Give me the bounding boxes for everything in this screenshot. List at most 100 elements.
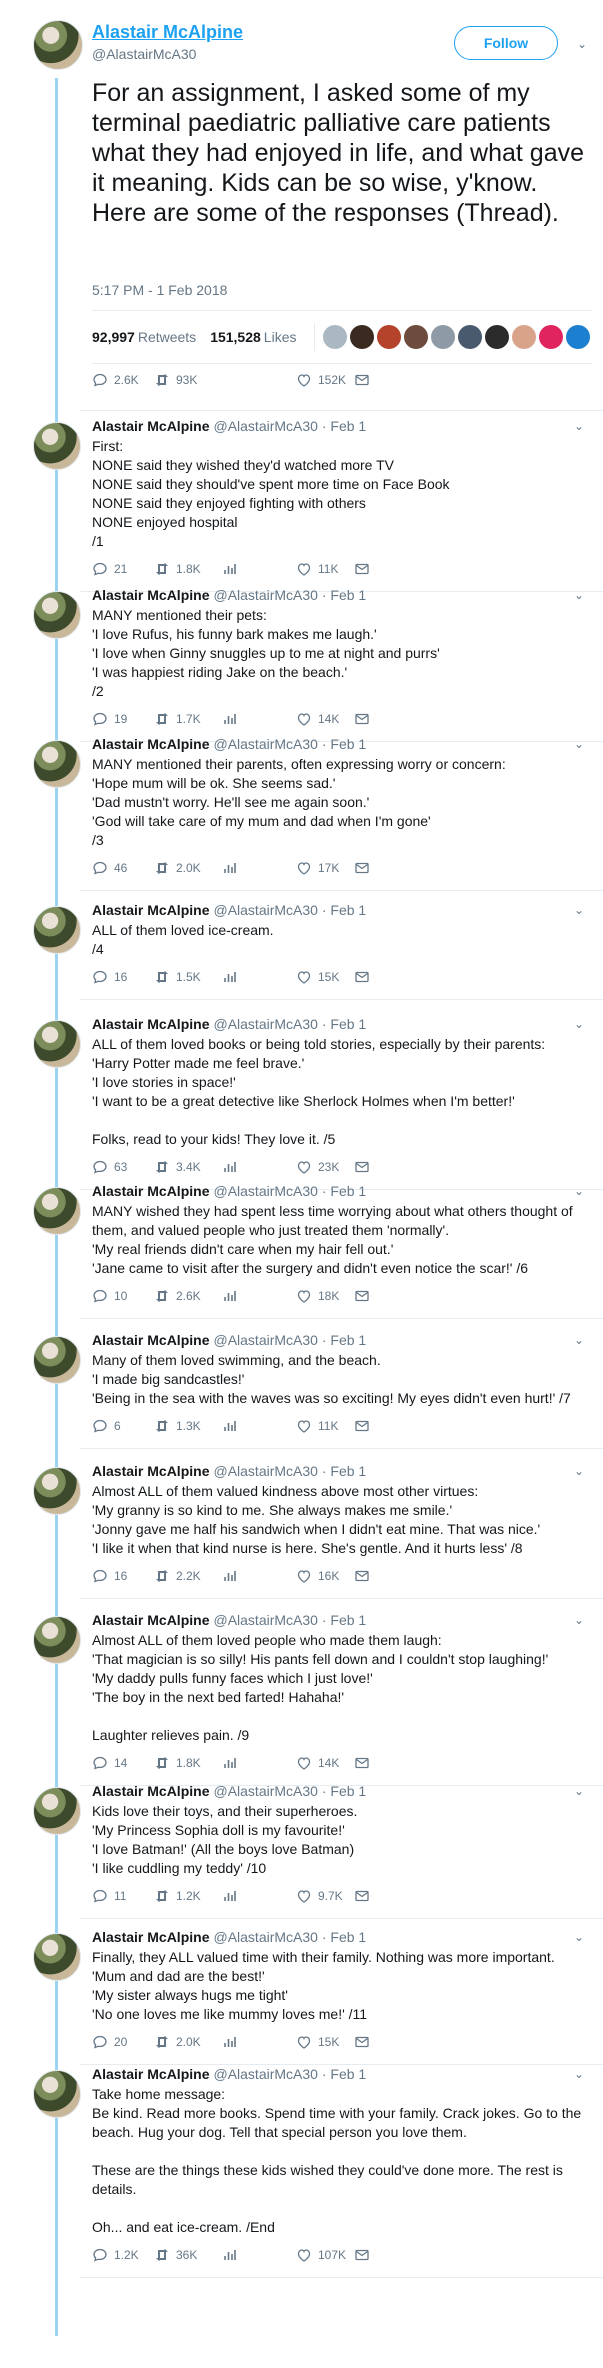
chevron-down-icon[interactable]: ⌄ bbox=[574, 738, 586, 750]
chevron-down-icon[interactable]: ⌄ bbox=[574, 1614, 586, 1626]
chevron-down-icon[interactable]: ⌄ bbox=[574, 904, 586, 916]
message-button[interactable] bbox=[354, 2247, 370, 2263]
tweet-author[interactable]: Alastair McAlpine @AlastairMcA30 · Feb 1 bbox=[92, 1783, 366, 1799]
like-button[interactable]: 16K bbox=[296, 1568, 339, 1584]
liker-avatar[interactable] bbox=[539, 325, 564, 349]
author-name[interactable]: Alastair McAlpine bbox=[92, 22, 243, 43]
author-avatar[interactable] bbox=[33, 1616, 81, 1664]
analytics-button[interactable] bbox=[222, 1568, 238, 1584]
author-avatar[interactable] bbox=[33, 591, 81, 639]
author-name[interactable]: Alastair McAlpine bbox=[92, 736, 209, 752]
follow-button[interactable]: Follow bbox=[454, 26, 558, 60]
reply-button[interactable]: 2.6K bbox=[92, 372, 139, 388]
like-button[interactable]: 107K bbox=[296, 2247, 346, 2263]
liker-avatar[interactable] bbox=[512, 325, 537, 349]
reply-button[interactable]: 46 bbox=[92, 860, 127, 876]
analytics-button[interactable] bbox=[222, 2247, 238, 2263]
like-button[interactable]: 17K bbox=[296, 860, 339, 876]
chevron-down-icon[interactable]: ⌄ bbox=[574, 1018, 586, 1030]
author-avatar[interactable] bbox=[33, 1020, 81, 1068]
chevron-down-icon[interactable]: ⌄ bbox=[574, 1931, 586, 1943]
message-button[interactable] bbox=[354, 969, 370, 985]
retweet-button[interactable]: 1.8K bbox=[154, 1755, 201, 1771]
author-name[interactable]: Alastair McAlpine bbox=[92, 1783, 209, 1799]
tweet-author[interactable]: Alastair McAlpine @AlastairMcA30 · Feb 1 bbox=[92, 587, 366, 603]
tweet-timestamp[interactable]: 5:17 PM - 1 Feb 2018 bbox=[92, 282, 227, 298]
tweet-author[interactable]: Alastair McAlpine @AlastairMcA30 · Feb 1 bbox=[92, 1612, 366, 1628]
analytics-button[interactable] bbox=[222, 1159, 238, 1175]
author-avatar[interactable] bbox=[33, 1933, 81, 1981]
author-avatar[interactable] bbox=[33, 422, 81, 470]
retweet-button[interactable]: 1.5K bbox=[154, 969, 201, 985]
analytics-button[interactable] bbox=[222, 1755, 238, 1771]
message-button[interactable] bbox=[354, 1755, 370, 1771]
author-avatar[interactable] bbox=[33, 1336, 81, 1384]
author-name[interactable]: Alastair McAlpine bbox=[92, 1332, 209, 1348]
author-avatar[interactable] bbox=[33, 1467, 81, 1515]
chevron-down-icon[interactable]: ⌄ bbox=[577, 38, 589, 50]
author-handle[interactable]: @AlastairMcA30 bbox=[92, 46, 196, 62]
liker-avatar[interactable] bbox=[323, 325, 348, 349]
like-button[interactable]: 14K bbox=[296, 711, 339, 727]
retweets-stat[interactable]: 92,997 Retweets bbox=[92, 329, 196, 345]
chevron-down-icon[interactable]: ⌄ bbox=[574, 420, 586, 432]
author-name[interactable]: Alastair McAlpine bbox=[92, 902, 209, 918]
chevron-down-icon[interactable]: ⌄ bbox=[574, 1785, 586, 1797]
tweet-author[interactable]: Alastair McAlpine @AlastairMcA30 · Feb 1 bbox=[92, 1183, 366, 1199]
tweet-author[interactable]: Alastair McAlpine @AlastairMcA30 · Feb 1 bbox=[92, 1016, 366, 1032]
tweet-author[interactable]: Alastair McAlpine @AlastairMcA30 · Feb 1 bbox=[92, 2066, 366, 2082]
like-button[interactable]: 11K bbox=[296, 561, 338, 577]
like-button[interactable]: 15K bbox=[296, 969, 339, 985]
analytics-button[interactable] bbox=[222, 860, 238, 876]
analytics-button[interactable] bbox=[222, 711, 238, 727]
message-button[interactable] bbox=[354, 372, 370, 388]
author-avatar[interactable] bbox=[33, 20, 83, 70]
retweet-button[interactable]: 2.2K bbox=[154, 1568, 201, 1584]
author-avatar[interactable] bbox=[33, 2070, 81, 2118]
chevron-down-icon[interactable]: ⌄ bbox=[574, 589, 586, 601]
tweet-author[interactable]: Alastair McAlpine @AlastairMcA30 · Feb 1 bbox=[92, 1332, 366, 1348]
retweet-button[interactable]: 1.3K bbox=[154, 1418, 201, 1434]
author-name[interactable]: Alastair McAlpine bbox=[92, 587, 209, 603]
reply-button[interactable]: 10 bbox=[92, 1288, 127, 1304]
retweet-button[interactable]: 2.6K bbox=[154, 1288, 201, 1304]
message-button[interactable] bbox=[354, 860, 370, 876]
tweet-author[interactable]: Alastair McAlpine @AlastairMcA30 · Feb 1 bbox=[92, 902, 366, 918]
reply-button[interactable]: 19 bbox=[92, 711, 127, 727]
reply-button[interactable]: 14 bbox=[92, 1755, 127, 1771]
reply-button[interactable]: 6 bbox=[92, 1418, 121, 1434]
reply-button[interactable]: 1.2K bbox=[92, 2247, 139, 2263]
reply-button[interactable]: 11 bbox=[92, 1888, 126, 1904]
message-button[interactable] bbox=[354, 1418, 370, 1434]
author-name[interactable]: Alastair McAlpine bbox=[92, 418, 209, 434]
retweet-button[interactable]: 2.0K bbox=[154, 2034, 201, 2050]
like-button[interactable]: 11K bbox=[296, 1418, 338, 1434]
analytics-button[interactable] bbox=[222, 1888, 238, 1904]
message-button[interactable] bbox=[354, 1888, 370, 1904]
liker-avatar[interactable] bbox=[485, 325, 510, 349]
like-button[interactable]: 15K bbox=[296, 2034, 339, 2050]
message-button[interactable] bbox=[354, 2034, 370, 2050]
reply-button[interactable]: 63 bbox=[92, 1159, 127, 1175]
author-name[interactable]: Alastair McAlpine bbox=[92, 1016, 209, 1032]
retweet-button[interactable]: 2.0K bbox=[154, 860, 201, 876]
author-avatar[interactable] bbox=[33, 740, 81, 788]
analytics-button[interactable] bbox=[222, 1288, 238, 1304]
liker-avatar[interactable] bbox=[566, 325, 591, 349]
author-name[interactable]: Alastair McAlpine bbox=[92, 2066, 209, 2082]
chevron-down-icon[interactable]: ⌄ bbox=[574, 1465, 586, 1477]
tweet-author[interactable]: Alastair McAlpine @AlastairMcA30 · Feb 1 bbox=[92, 1929, 366, 1945]
message-button[interactable] bbox=[354, 1159, 370, 1175]
author-name[interactable]: Alastair McAlpine bbox=[92, 1183, 209, 1199]
message-button[interactable] bbox=[354, 711, 370, 727]
like-button[interactable]: 9.7K bbox=[296, 1888, 343, 1904]
analytics-button[interactable] bbox=[222, 2034, 238, 2050]
like-button[interactable]: 152K bbox=[296, 372, 346, 388]
retweet-button[interactable]: 3.4K bbox=[154, 1159, 201, 1175]
tweet-author[interactable]: Alastair McAlpine @AlastairMcA30 · Feb 1 bbox=[92, 736, 366, 752]
reply-button[interactable]: 16 bbox=[92, 969, 127, 985]
message-button[interactable] bbox=[354, 1288, 370, 1304]
message-button[interactable] bbox=[354, 1568, 370, 1584]
author-avatar[interactable] bbox=[33, 1187, 81, 1235]
reply-button[interactable]: 16 bbox=[92, 1568, 127, 1584]
